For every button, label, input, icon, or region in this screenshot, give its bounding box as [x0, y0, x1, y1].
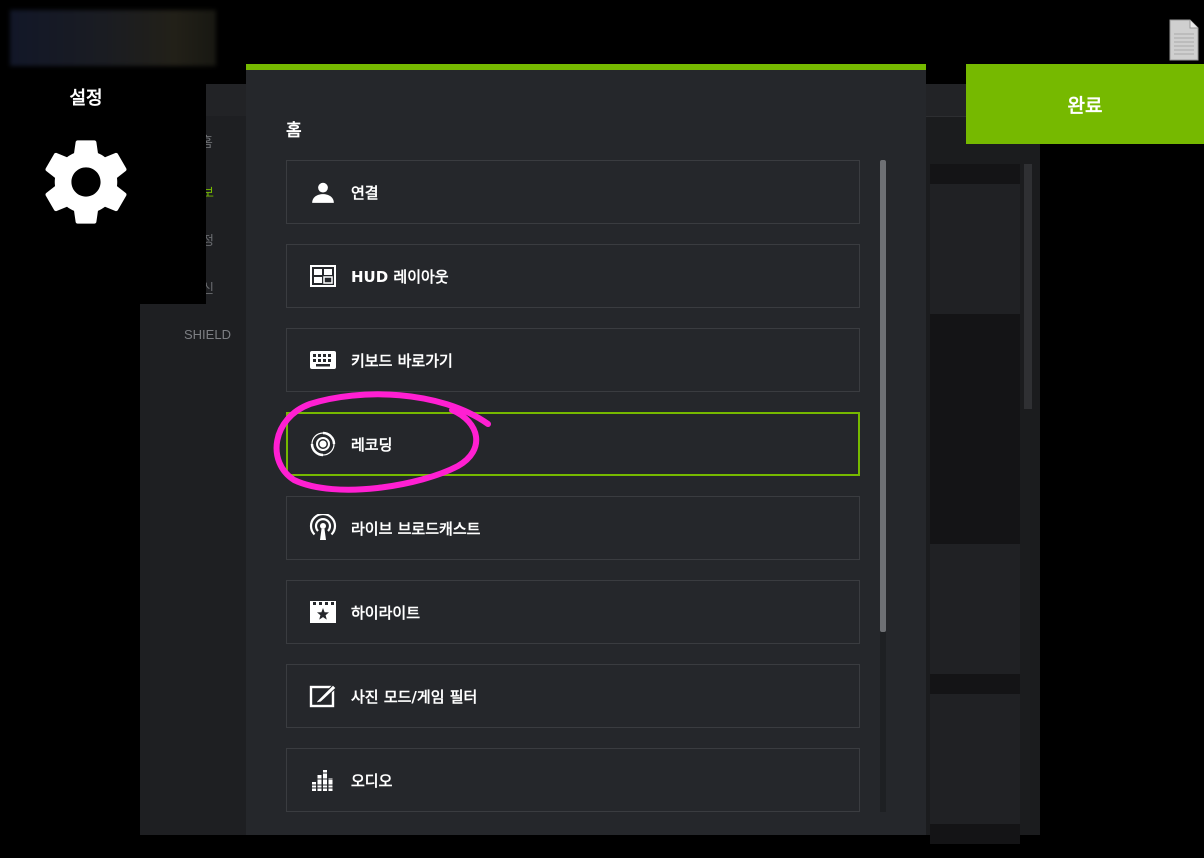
menu-scrollbar-thumb[interactable] — [880, 160, 886, 632]
menu-item-label: 레코딩 — [351, 435, 393, 454]
background-card — [930, 544, 1020, 674]
menu-item-connection[interactable]: 연결 — [286, 160, 860, 224]
settings-title: 설정 — [69, 88, 103, 109]
document-icon[interactable] — [1168, 18, 1200, 62]
modal-title: 홈 — [286, 121, 302, 141]
settings-modal: 홈 연결 HUD 레이아웃 키보드 바로가기 레코딩 라이브 브로드캐스트 하이… — [246, 64, 926, 835]
menu-item-highlights[interactable]: 하이라이트 — [286, 580, 860, 644]
background-shield-label: SHIELD — [184, 327, 231, 342]
broadcast-icon — [309, 514, 337, 542]
menu-item-label: 하이라이트 — [351, 603, 421, 622]
settings-menu-list: 연결 HUD 레이아웃 키보드 바로가기 레코딩 라이브 브로드캐스트 하이라이… — [286, 158, 860, 858]
menu-item-label: 연결 — [351, 183, 379, 202]
recording-icon — [309, 430, 337, 458]
highlights-icon — [309, 598, 337, 626]
menu-item-label: 키보드 바로가기 — [351, 351, 453, 370]
menu-item-live-broadcast[interactable]: 라이브 브로드캐스트 — [286, 496, 860, 560]
person-icon — [309, 178, 337, 206]
menu-item-label: 오디오 — [351, 771, 393, 790]
photo-mode-icon — [309, 682, 337, 710]
background-scrollbar — [1024, 164, 1032, 409]
menu-item-recording[interactable]: 레코딩 — [286, 412, 860, 476]
menu-item-audio[interactable]: 오디오 — [286, 748, 860, 812]
done-button[interactable]: 완료 — [966, 64, 1204, 144]
menu-item-label: 사진 모드/게임 필터 — [351, 687, 478, 706]
background-card — [930, 694, 1020, 824]
background-card — [930, 184, 1020, 314]
menu-item-hud-layout[interactable]: HUD 레이아웃 — [286, 244, 860, 308]
menu-item-label: 라이브 브로드캐스트 — [351, 519, 481, 538]
menu-item-label: HUD 레이아웃 — [351, 267, 449, 286]
menu-item-photo-mode[interactable]: 사진 모드/게임 필터 — [286, 664, 860, 728]
audio-icon — [309, 766, 337, 794]
menu-item-keyboard-shortcuts[interactable]: 키보드 바로가기 — [286, 328, 860, 392]
hud-layout-icon — [309, 262, 337, 290]
blurred-game-art — [10, 10, 216, 66]
keyboard-icon — [309, 346, 337, 374]
settings-header: 설정 — [10, 72, 206, 304]
gear-icon — [45, 140, 127, 224]
